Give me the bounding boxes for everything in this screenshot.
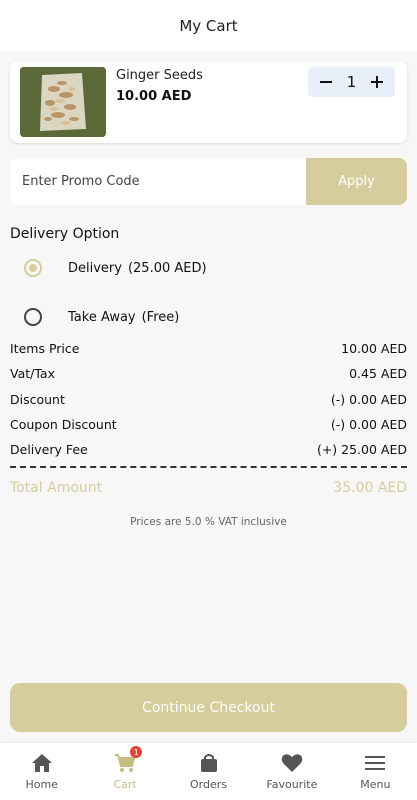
- quantity-value: 1: [346, 73, 357, 91]
- total-label: Total Amount: [10, 480, 103, 496]
- radio-selected-icon: [24, 259, 42, 277]
- tab-label: Menu: [360, 778, 391, 791]
- summary-label: Vat/Tax: [10, 366, 55, 381]
- increase-quantity-button[interactable]: [367, 72, 387, 92]
- quantity-stepper: 1: [308, 67, 395, 97]
- summary-value: 0.45 AED: [349, 366, 407, 381]
- promo-code-section: Apply: [10, 158, 407, 205]
- radio-unselected-icon: [24, 308, 42, 326]
- tab-label: Home: [25, 778, 58, 791]
- delivery-option-label: Delivery: [68, 260, 122, 276]
- tab-cart[interactable]: 1 Cart: [83, 743, 166, 800]
- product-name: Ginger Seeds: [116, 68, 203, 83]
- cart-icon: 1: [114, 746, 143, 774]
- heart-icon: [281, 752, 303, 774]
- tab-orders[interactable]: Orders: [167, 743, 250, 800]
- promo-code-input[interactable]: [10, 158, 306, 205]
- summary-label: Items Price: [10, 341, 80, 356]
- app-header: My Cart: [0, 0, 417, 51]
- tab-home[interactable]: Home: [0, 743, 83, 800]
- summary-row-coupon-discount: Coupon Discount (-) 0.00 AED: [10, 417, 407, 432]
- total-value: 35.00 AED: [333, 480, 407, 496]
- summary-label: Coupon Discount: [10, 417, 117, 432]
- delivery-option-title: Delivery Option: [10, 226, 120, 242]
- tab-label: Cart: [113, 778, 137, 791]
- delivery-option-price: (Free): [141, 309, 180, 325]
- summary-row-discount: Discount (-) 0.00 AED: [10, 392, 407, 407]
- vat-note: Prices are 5.0 % VAT inclusive: [130, 516, 287, 528]
- tab-label: Favourite: [266, 778, 318, 791]
- tab-menu[interactable]: Menu: [334, 743, 417, 800]
- menu-icon: [364, 752, 386, 774]
- product-image: [20, 67, 106, 137]
- tab-label: Orders: [190, 778, 228, 791]
- summary-value: 10.00 AED: [341, 341, 407, 356]
- product-price: 10.00 AED: [116, 89, 192, 104]
- summary-value: (+) 25.00 AED: [316, 442, 407, 457]
- summary-label: Delivery Fee: [10, 442, 88, 457]
- continue-checkout-button[interactable]: Continue Checkout: [10, 683, 407, 732]
- decrease-quantity-button[interactable]: [316, 72, 336, 92]
- tab-favourite[interactable]: Favourite: [250, 743, 333, 800]
- summary-value: (-) 0.00 AED: [330, 392, 407, 407]
- home-icon: [31, 752, 53, 774]
- total-amount-row: Total Amount 35.00 AED: [10, 480, 407, 496]
- apply-promo-button[interactable]: Apply: [306, 158, 407, 205]
- summary-value: (-) 0.00 AED: [330, 417, 407, 432]
- summary-label: Discount: [10, 392, 65, 407]
- delivery-option-price: (25.00 AED): [127, 260, 207, 276]
- delivery-option-label: Take Away: [68, 309, 136, 325]
- dashed-divider: [10, 466, 407, 468]
- page-title: My Cart: [179, 16, 238, 35]
- cart-item-card: Ginger Seeds 10.00 AED 1: [10, 61, 407, 143]
- plus-icon: [370, 76, 383, 88]
- delivery-option-takeaway[interactable]: Take Away (Free): [24, 308, 179, 326]
- shopping-bag-icon: [198, 752, 220, 774]
- summary-row-items-price: Items Price 10.00 AED: [10, 341, 407, 356]
- minus-icon: [320, 81, 332, 83]
- summary-row-delivery-fee: Delivery Fee (+) 25.00 AED: [10, 442, 407, 457]
- cart-count-badge: 1: [130, 746, 143, 758]
- bottom-tab-bar: Home 1 Cart Orders Favourite Menu: [0, 743, 417, 800]
- delivery-option-delivery[interactable]: Delivery (25.00 AED): [24, 259, 207, 277]
- summary-row-vat: Vat/Tax 0.45 AED: [10, 366, 407, 381]
